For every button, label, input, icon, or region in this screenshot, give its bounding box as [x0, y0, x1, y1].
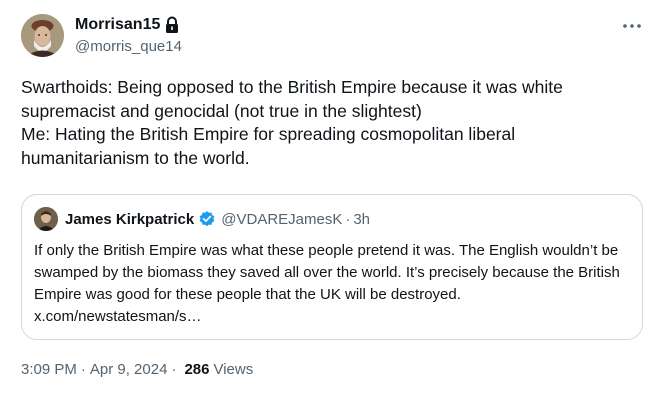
quoted-separator: · — [345, 210, 351, 228]
tweet-date[interactable]: Apr 9, 2024 — [90, 361, 168, 378]
tweet-text: Swarthoids: Being opposed to the British… — [21, 77, 563, 168]
views-count: 286 — [184, 360, 210, 378]
more-options-icon[interactable] — [620, 18, 644, 34]
views-label: Views — [213, 360, 254, 378]
lock-icon — [164, 16, 180, 34]
quoted-tweet[interactable]: James Kirkpatrick @VDAREJamesK · 3h If o… — [21, 194, 643, 340]
quoted-text: If only the British Empire was what thes… — [34, 242, 620, 325]
quoted-timestamp[interactable]: 3h — [353, 211, 370, 228]
meta-separator: · — [80, 360, 86, 378]
meta-separator-2: · — [171, 360, 177, 378]
author-name-row: Morrisan15 — [75, 14, 180, 36]
quoted-header: James Kirkpatrick @VDAREJamesK · 3h — [65, 208, 370, 230]
quoted-handle[interactable]: @VDAREJamesK — [221, 211, 342, 228]
tweet: Morrisan15 @morris_que14 Swarthoids: Bei… — [0, 0, 653, 401]
portrait-avatar-icon — [21, 14, 64, 57]
verified-badge-icon — [198, 210, 216, 228]
quoted-author-avatar[interactable] — [34, 207, 58, 231]
author-handle[interactable]: @morris_que14 — [75, 38, 182, 55]
tweet-time[interactable]: 3:09 PM — [21, 361, 77, 378]
author-display-name[interactable]: Morrisan15 — [75, 16, 160, 34]
portrait-avatar-icon — [34, 207, 58, 231]
author-avatar[interactable] — [21, 14, 64, 57]
quoted-display-name[interactable]: James Kirkpatrick — [65, 211, 194, 228]
tweet-meta: 3:09 PM · Apr 9, 2024 · 286 Views — [21, 359, 253, 379]
